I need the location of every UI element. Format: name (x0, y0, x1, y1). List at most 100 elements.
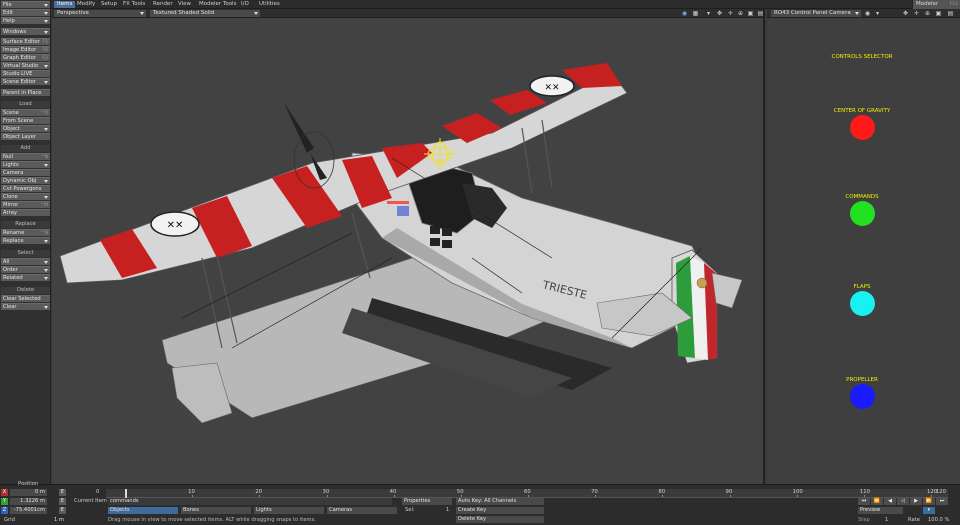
tab-fx-tools[interactable]: FX Tools (120, 1, 148, 8)
studio-live-button[interactable]: Studio LIVE (1, 70, 50, 77)
cameras-mode-button[interactable]: Cameras (327, 507, 397, 514)
clear-button[interactable]: Clear (1, 303, 50, 310)
file-menu[interactable]: File (1, 1, 50, 8)
timeline-tick (460, 495, 462, 497)
render-preview-icon[interactable]: ▦ (692, 10, 699, 17)
add-null-button[interactable]: Null ^N (1, 153, 50, 160)
tab-view[interactable]: View (175, 1, 194, 8)
move-view-icon[interactable]: ✥ (716, 10, 723, 17)
clear-selected-button[interactable]: Clear Selected (1, 295, 50, 302)
z-envelope-button[interactable]: E (59, 507, 66, 514)
rate-value[interactable]: 100.0 % (928, 517, 949, 524)
timeline-tick (528, 495, 529, 497)
camera-view-icon-2[interactable]: ◉ (864, 10, 871, 17)
play-button[interactable]: ⏵ (923, 507, 935, 514)
from-scene-button[interactable]: From Scene (1, 117, 50, 124)
delete-key-button[interactable]: Delete Key (456, 516, 544, 523)
modeler-button[interactable]: Modeler F12 (912, 0, 960, 9)
center-of-gravity-control[interactable] (850, 115, 875, 140)
x-envelope-button[interactable]: E (59, 489, 66, 496)
auto-key-dropdown[interactable]: Auto Key: All Channels (456, 498, 544, 505)
add-camera-button[interactable]: Camera (1, 169, 50, 176)
x-position-field[interactable]: 0 m (10, 489, 47, 496)
shading-mode-dropdown[interactable]: Textured Shaded Solid (150, 10, 260, 17)
flaps-control[interactable] (850, 291, 875, 316)
y-envelope-button[interactable]: E (59, 498, 66, 505)
graph-editor-button[interactable]: Graph Editor F2 (1, 54, 50, 61)
mirror-button[interactable]: Mirror ^M (1, 201, 50, 208)
z-axis-toggle[interactable]: Z (1, 507, 8, 514)
tab-utilities[interactable]: Utilities (256, 1, 283, 8)
bones-mode-button[interactable]: Bones (181, 507, 251, 514)
objects-mode-button[interactable]: Objects (108, 507, 178, 514)
perspective-viewport[interactable]: Perspective Textured Shaded Solid ◉ ▦ ▾ … (52, 9, 765, 484)
zoom-view-icon-2[interactable]: ⊕ (924, 10, 931, 17)
step-value[interactable]: 1 (885, 517, 888, 524)
edit-menu[interactable]: Edit (1, 9, 50, 16)
maximize-view-icon-2[interactable]: ▣ (935, 10, 942, 17)
select-order-button[interactable]: Order (1, 266, 50, 273)
control-panel-viewport[interactable]: RO43 Control Panel Camera ◉ ▾ ✥ ✛ ⊕ ▣ ▤ … (767, 9, 960, 484)
viewport-options-icon[interactable]: ▾ (705, 10, 712, 17)
load-scene-button[interactable]: Scene ^O (1, 109, 50, 116)
create-key-button[interactable]: Create Key (456, 507, 544, 514)
tab-modify[interactable]: Modify (74, 1, 98, 8)
propeller-control[interactable] (850, 384, 875, 409)
options-icon-2[interactable]: ▾ (874, 10, 881, 17)
timeline-cursor[interactable] (125, 489, 127, 498)
array-button[interactable]: Array (1, 209, 50, 216)
rotate-view-icon[interactable]: ✛ (727, 10, 734, 17)
object-layer-button[interactable]: Object Layer (1, 133, 50, 140)
add-lights-button[interactable]: Lights (1, 161, 50, 168)
move-view-icon-2[interactable]: ✥ (902, 10, 909, 17)
cvt-powergons-button[interactable]: Cvt Powergons (1, 185, 50, 192)
dynamic-obj-button[interactable]: Dynamic Obj (1, 177, 50, 184)
view-type-dropdown[interactable]: Perspective (54, 10, 146, 17)
help-menu[interactable]: Help (1, 17, 50, 24)
zoom-view-icon[interactable]: ⊕ (737, 10, 744, 17)
prev-key-button[interactable]: ⏪ (871, 498, 883, 505)
camera-view-icon[interactable]: ◉ (681, 10, 688, 17)
tab-setup[interactable]: Setup (98, 1, 120, 8)
step-forward-button[interactable]: ▶ (910, 498, 922, 505)
y-axis-toggle[interactable]: Y (1, 498, 8, 505)
properties-button[interactable]: Properties (402, 498, 452, 505)
timeline-slider[interactable]: 10 20 30 40 50 60 70 80 90 100 110 120 (106, 489, 948, 498)
rotate-view-icon-2[interactable]: ✛ (913, 10, 920, 17)
select-related-button[interactable]: Related (1, 274, 50, 281)
grid-size-field[interactable]: 1 m (38, 517, 66, 524)
tab-modeler-tools[interactable]: Modeler Tools (196, 1, 239, 8)
lights-mode-button[interactable]: Lights (254, 507, 324, 514)
replace-button[interactable]: Replace (1, 237, 50, 244)
view-menu-icon-2[interactable]: ▤ (947, 10, 954, 17)
scene-editor-button[interactable]: Scene Editor (1, 78, 50, 85)
maximize-view-icon[interactable]: ▣ (747, 10, 754, 17)
goto-start-button[interactable]: ⏮ (858, 498, 870, 505)
next-key-button[interactable]: ⏩ (923, 498, 935, 505)
select-all-button[interactable]: All (1, 258, 50, 265)
clone-button[interactable]: Clone (1, 193, 50, 200)
x-axis-toggle[interactable]: X (1, 489, 8, 496)
y-position-field[interactable]: 1.3226 m (10, 498, 47, 505)
view-menu-icon[interactable]: ▤ (757, 10, 763, 17)
surface-editor-button[interactable]: Surface Editor F5 (1, 38, 50, 45)
image-editor-button[interactable]: Image Editor F6 (1, 46, 50, 53)
step-back-button[interactable]: ◀ (884, 498, 896, 505)
tab-items[interactable]: Items (54, 1, 76, 8)
current-item-dropdown[interactable]: commands (108, 498, 392, 505)
tab-render[interactable]: Render (150, 1, 176, 8)
z-position-field[interactable]: -75.4001cm (10, 507, 47, 514)
svg-text:✕✕: ✕✕ (544, 83, 559, 93)
camera-dropdown[interactable]: RO43 Control Panel Camera (771, 10, 861, 17)
preview-dropdown[interactable]: Preview (858, 507, 903, 514)
tab-io[interactable]: I/O (238, 1, 252, 8)
rename-button[interactable]: Rename ^N (1, 229, 50, 236)
play-reverse-button[interactable]: ◁ (897, 498, 909, 505)
load-object-button[interactable]: Object (1, 125, 50, 132)
commands-control[interactable] (850, 201, 875, 226)
parent-in-place-button[interactable]: Parent in Place (1, 89, 50, 96)
goto-end-button[interactable]: ⏭ (936, 498, 948, 505)
seaplane-model[interactable]: ✕✕ ✕✕ TRIESTE (52, 18, 765, 484)
virtual-studio-button[interactable]: Virtual Studio (1, 62, 50, 69)
windows-menu[interactable]: Windows (1, 28, 50, 35)
